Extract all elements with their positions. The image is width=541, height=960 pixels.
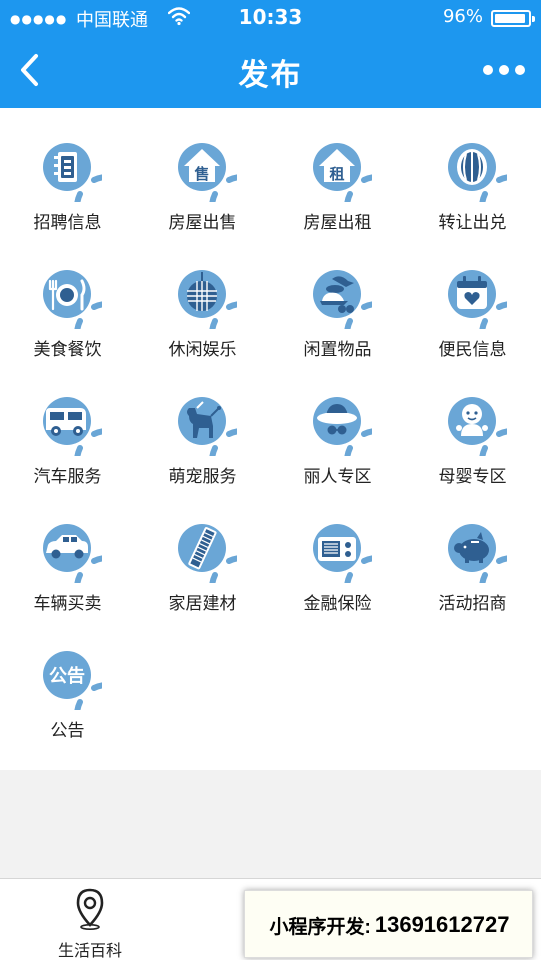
category-pet[interactable]: 萌宠服务 — [135, 362, 270, 488]
category-notice[interactable]: 公告 公告 — [0, 616, 135, 742]
house-rent-glyph: 租 — [329, 165, 344, 183]
category-label: 车辆买卖 — [33, 594, 102, 614]
category-label: 房屋出租 — [303, 213, 372, 233]
transfer-icon — [448, 143, 507, 202]
house-sale-icon: 售 — [178, 143, 237, 202]
category-secondhand[interactable]: 闲置物品 — [270, 235, 405, 361]
battery-icon — [491, 10, 535, 27]
category-label: 金融保险 — [303, 594, 372, 614]
nav-bar: 发布 — [0, 36, 541, 108]
house-rent-icon: 租 — [313, 143, 372, 202]
category-car-service[interactable]: 汽车服务 — [0, 362, 135, 488]
status-bar: ●●●●● 中国联通 10:33 96% — [0, 0, 541, 36]
advert-label: 小程序开发: — [269, 916, 371, 938]
category-house-sale[interactable]: 售 房屋出售 — [135, 108, 270, 234]
category-label: 丽人专区 — [303, 467, 372, 487]
category-label: 房屋出售 — [168, 213, 237, 233]
disco-ball-icon — [178, 270, 237, 329]
category-label: 家居建材 — [168, 594, 237, 614]
category-house-rent[interactable]: 租 房屋出租 — [270, 108, 405, 234]
back-arrow-icon[interactable] — [12, 50, 52, 90]
category-label: 萌宠服务 — [168, 467, 237, 487]
category-convenience[interactable]: 便民信息 — [405, 235, 540, 361]
advert-banner: 小程序开发: 13691612727 — [244, 890, 533, 958]
finance-radio-icon — [313, 524, 372, 583]
category-label: 母婴专区 — [438, 467, 507, 487]
advert-phone: 13691612727 — [374, 912, 510, 937]
battery-percent: 96% — [442, 6, 483, 27]
calendar-heart-icon — [448, 270, 507, 329]
category-recruit[interactable]: 招聘信息 — [0, 108, 135, 234]
category-building-material[interactable]: 家居建材 — [135, 489, 270, 615]
category-label: 转让出兑 — [438, 213, 507, 233]
category-label: 便民信息 — [438, 340, 507, 360]
car-icon — [43, 524, 102, 583]
category-leisure[interactable]: 休闲娱乐 — [135, 235, 270, 361]
pet-dog-icon — [178, 397, 237, 456]
more-options-icon[interactable] — [481, 58, 527, 82]
wifi-icon — [168, 7, 190, 26]
category-vehicle-trade[interactable]: 车辆买卖 — [0, 489, 135, 615]
building-material-icon — [178, 524, 237, 583]
recruit-icon — [43, 143, 102, 202]
category-label: 活动招商 — [438, 594, 507, 614]
beauty-hat-icon — [313, 397, 372, 456]
signal-strength-icon: ●●●●● — [10, 12, 68, 26]
category-mother-baby[interactable]: 母婴专区 — [405, 362, 540, 488]
category-grid: 招聘信息 售 房屋出售 租 房屋出租 转让出兑 美食餐饮 休闲娱乐 闲置物品 便… — [0, 108, 541, 770]
piggy-bank-icon — [448, 524, 507, 583]
category-beauty[interactable]: 丽人专区 — [270, 362, 405, 488]
notice-glyph: 公告 — [49, 665, 85, 687]
rv-camper-icon — [43, 397, 102, 456]
category-label: 闲置物品 — [303, 340, 372, 360]
category-label: 休闲娱乐 — [168, 340, 237, 360]
carrier-name: 中国联通 — [76, 10, 148, 31]
category-label: 汽车服务 — [33, 467, 102, 487]
category-label: 美食餐饮 — [33, 340, 102, 360]
category-transfer[interactable]: 转让出兑 — [405, 108, 540, 234]
notice-icon: 公告 — [43, 651, 102, 710]
tab-label: 生活百科 — [57, 941, 122, 960]
location-pin-icon — [76, 888, 104, 930]
page-title: 发布 — [238, 58, 303, 93]
category-event-investment[interactable]: 活动招商 — [405, 489, 540, 615]
secondhand-icon — [313, 270, 372, 329]
dining-icon — [43, 270, 102, 329]
tab-life-encyclopedia[interactable]: 生活百科 — [0, 879, 180, 960]
house-sale-glyph: 售 — [194, 165, 209, 183]
category-dining[interactable]: 美食餐饮 — [0, 235, 135, 361]
baby-icon — [448, 397, 507, 456]
category-label: 公告 — [50, 721, 85, 741]
category-panel: 招聘信息 售 房屋出售 租 房屋出租 转让出兑 美食餐饮 休闲娱乐 闲置物品 便… — [0, 108, 541, 770]
category-finance[interactable]: 金融保险 — [270, 489, 405, 615]
category-label: 招聘信息 — [33, 213, 102, 233]
